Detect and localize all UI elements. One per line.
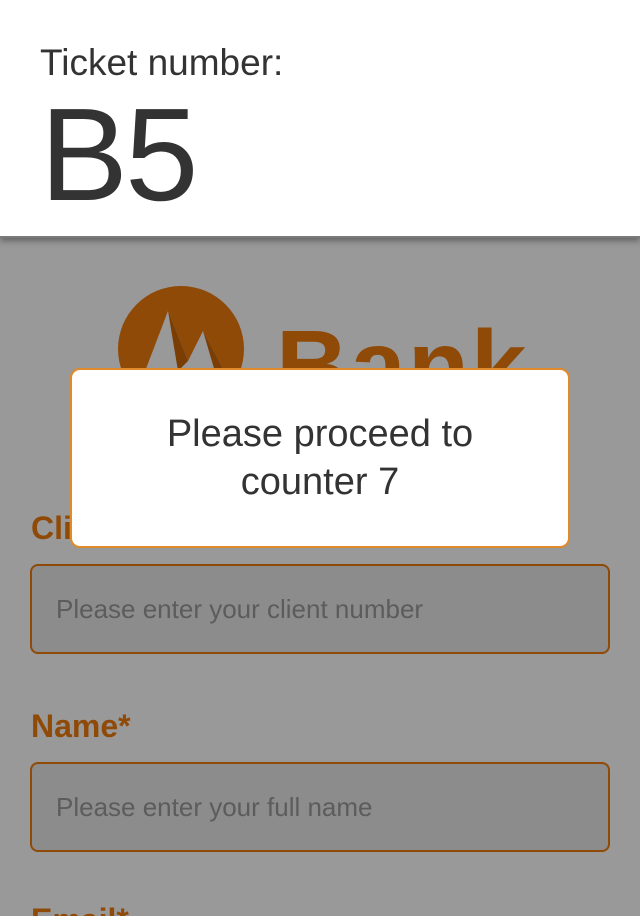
ticket-header: Ticket number: B5 [0, 0, 640, 238]
modal-message: Please proceed to counter 7 [166, 413, 474, 503]
ticket-label: Ticket number: [40, 42, 284, 83]
counter-modal[interactable]: Please proceed to counter 7 [70, 368, 570, 548]
ticket-number: B5 [40, 81, 198, 228]
client-number-input[interactable] [30, 564, 610, 654]
email-label: Email* [31, 902, 129, 916]
name-input[interactable] [30, 762, 610, 852]
form-background: Bank Client number* Name* Email* [0, 238, 640, 916]
name-label: Name* [31, 708, 131, 744]
